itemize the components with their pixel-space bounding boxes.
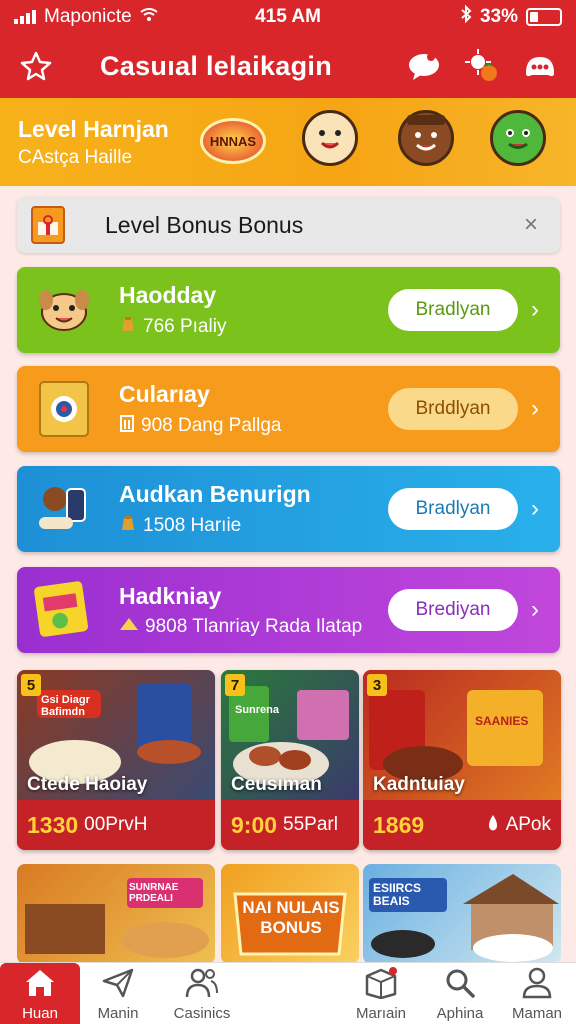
close-icon[interactable]: × — [516, 211, 546, 239]
home-icon — [23, 967, 57, 1003]
hamster-mascot-icon — [302, 110, 358, 166]
tile-name: Kadntuiay — [373, 774, 465, 795]
dino-mascot-icon — [490, 110, 546, 166]
notice-text: Level Bonus Bonus — [105, 211, 304, 238]
game-controller-icon[interactable] — [520, 46, 560, 86]
gift-box-icon — [31, 206, 65, 244]
nav-home[interactable]: Huan — [0, 963, 80, 1024]
tile-subtext: 00PrvH — [84, 814, 148, 835]
chevron-right-icon[interactable]: › — [524, 596, 546, 624]
rank-badge: 7 — [225, 674, 245, 696]
nav-label: Marıain — [355, 1004, 407, 1022]
building-icon — [119, 414, 135, 438]
dog-avatar-icon — [31, 277, 97, 343]
signal-icon — [14, 10, 36, 24]
play-button[interactable]: Bradlyan — [388, 289, 518, 331]
promo-label: ESIIRCS BEAIS — [373, 881, 422, 908]
game-card[interactable]: Hadkniay 9808 Tlanriay Rada Ilatap Bredi… — [17, 567, 560, 653]
card-title: Audkan Benurign — [119, 480, 311, 507]
chevron-right-icon[interactable]: › — [524, 495, 546, 523]
tile-price: 9:00 — [231, 811, 278, 838]
nav-label: Maman — [511, 1004, 563, 1022]
nav-mariain[interactable]: Marıain — [341, 963, 421, 1024]
bottom-navigation: Huan Manin Casinics Marıain Aphina Maman — [0, 962, 576, 1024]
promo-tile[interactable]: ESIIRCS BEAIS — [363, 864, 561, 964]
tile-name: Ceusıman — [231, 774, 322, 795]
status-bar: Maponicte 415 AM 33% — [0, 0, 576, 34]
promo-label: SUNRNAE PRDEALI — [129, 882, 179, 904]
wifi-icon — [140, 7, 158, 27]
app-bar: Casuıal lelaikagin — [0, 34, 576, 98]
game-card[interactable]: Cularıay 908 Dang Pallga Brddlyan › — [17, 366, 560, 452]
card-subtitle: 908 Dang Pallga — [141, 414, 282, 436]
profile-icon — [520, 967, 554, 1003]
snack-pack-icon — [31, 376, 97, 442]
send-icon — [101, 967, 135, 1003]
nav-maman[interactable]: Maman — [498, 963, 576, 1024]
promo-tile[interactable]: SUNRNAE PRDEALI — [17, 864, 215, 964]
promo-label: NAI NULAIS BONUS — [242, 898, 340, 937]
nav-casinics[interactable]: Casinics — [162, 963, 242, 1024]
tile-tag: Gsi Diagr Bafimdn — [41, 694, 90, 718]
nav-label: Aphina — [436, 1004, 484, 1022]
banner-subtitle: CAstça Haille — [18, 146, 133, 168]
coin-bag-icon — [119, 315, 137, 339]
snack-bag-icon — [31, 577, 97, 643]
banner-title: Level Harnjan — [18, 115, 169, 142]
page-title: Casuıal lelaikagin — [100, 50, 332, 81]
rank-badge: 5 — [21, 674, 41, 696]
product-tile[interactable]: 7 Sunrena Ceusıman 9:00 55Parl — [221, 670, 359, 850]
tile-tag: SAANIES — [475, 714, 529, 728]
tile-name: Ctede Haoiay — [27, 774, 148, 795]
card-subtitle: 1508 Harıie — [143, 514, 242, 536]
rank-badge: 3 — [367, 674, 387, 696]
nav-aphina[interactable]: Aphina — [420, 963, 500, 1024]
card-subtitle: 9808 Tlanriay Rada Ilatap — [145, 615, 363, 637]
nav-label: Casinics — [173, 1004, 231, 1022]
tile-subtext: APok — [505, 814, 551, 835]
card-title: Haodday — [119, 281, 217, 308]
tile-tag: Sunrena — [235, 704, 280, 716]
play-button[interactable]: Brddlyan — [388, 388, 518, 430]
nav-label: Huan — [22, 1004, 58, 1022]
favorite-star-icon[interactable] — [16, 46, 56, 86]
bonus-notice[interactable]: Level Bonus Bonus × — [17, 197, 560, 253]
game-card[interactable]: Haodday 766 Pıaliy Bradlyan › — [17, 267, 560, 353]
tile-subtext: 55Parl — [283, 814, 338, 835]
battery-percent: 33% — [479, 6, 518, 27]
card-title: Hadkniay — [119, 582, 222, 609]
box-icon — [363, 966, 399, 1003]
product-tile[interactable]: 5 Gsi Diagr Bafimdn Ctede Haoiay 1330 00… — [17, 670, 215, 850]
level-banner[interactable]: Level Harnjan CAstça Haille HNNAS — [0, 98, 576, 186]
bear-mascot-icon — [398, 110, 454, 166]
battery-icon — [526, 8, 562, 26]
card-title: Cularıay — [119, 380, 210, 407]
cheese-icon — [119, 616, 139, 638]
nav-manin[interactable]: Manin — [78, 963, 158, 1024]
food-items-icon — [31, 476, 97, 542]
chat-bubble-icon[interactable] — [404, 46, 444, 86]
play-button[interactable]: Bradlyan — [388, 488, 518, 530]
promo-tile[interactable]: NAI NULAIS BONUS — [221, 864, 359, 964]
carrier-label: Maponicte — [44, 6, 132, 27]
tile-price: 1869 — [373, 811, 425, 838]
drop-icon — [486, 814, 500, 837]
search-icon — [443, 967, 477, 1003]
bluetooth-icon — [460, 4, 472, 29]
chevron-right-icon[interactable]: › — [524, 395, 546, 423]
people-icon — [185, 967, 219, 1003]
bonus-badge: HNNAS — [200, 118, 266, 164]
coin-bag-icon — [119, 514, 137, 538]
tile-price: 1330 — [27, 811, 79, 838]
product-tile[interactable]: 3 SAANIES Kadntuiay 1869 APok — [363, 670, 561, 850]
nav-label: Manin — [97, 1004, 139, 1022]
game-card[interactable]: Audkan Benurign 1508 Harıie Bradlyan › — [17, 466, 560, 552]
card-subtitle: 766 Pıaliy — [143, 315, 227, 337]
daily-reward-icon[interactable] — [462, 46, 502, 86]
chevron-right-icon[interactable]: › — [524, 296, 546, 324]
play-button[interactable]: Brediyan — [388, 589, 518, 631]
